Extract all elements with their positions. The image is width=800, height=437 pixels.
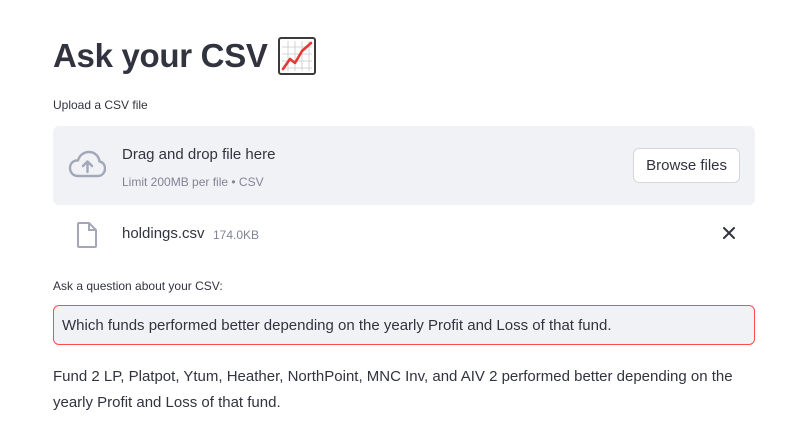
question-input[interactable] (53, 305, 755, 345)
dropzone-instructions: Drag and drop file here (122, 146, 276, 163)
title-row: Ask your CSV (53, 34, 316, 78)
close-icon[interactable] (721, 225, 737, 241)
answer-text: Fund 2 LP, Platpot, Ytum, Heather, North… (53, 368, 733, 411)
app-page: Ask your CSV Upload a CSV file Drag and … (0, 0, 800, 437)
upload-label: Upload a CSV file (53, 98, 148, 112)
file-icon (76, 221, 98, 249)
file-dropzone[interactable]: Drag and drop file here Limit 200MB per … (53, 126, 755, 205)
chart-increasing-icon (277, 37, 316, 75)
uploaded-file-row: holdings.csv 174.0KB (53, 215, 755, 255)
uploaded-file-size: 174.0KB (213, 228, 260, 242)
page-title: Ask your CSV (53, 37, 268, 74)
dropzone-limit-text: Limit 200MB per file • CSV (122, 175, 264, 189)
uploaded-file-name: holdings.csv (122, 225, 205, 242)
cloud-upload-icon (68, 150, 107, 180)
question-label: Ask a question about your CSV: (53, 279, 223, 293)
browse-files-button[interactable]: Browse files (633, 148, 740, 183)
